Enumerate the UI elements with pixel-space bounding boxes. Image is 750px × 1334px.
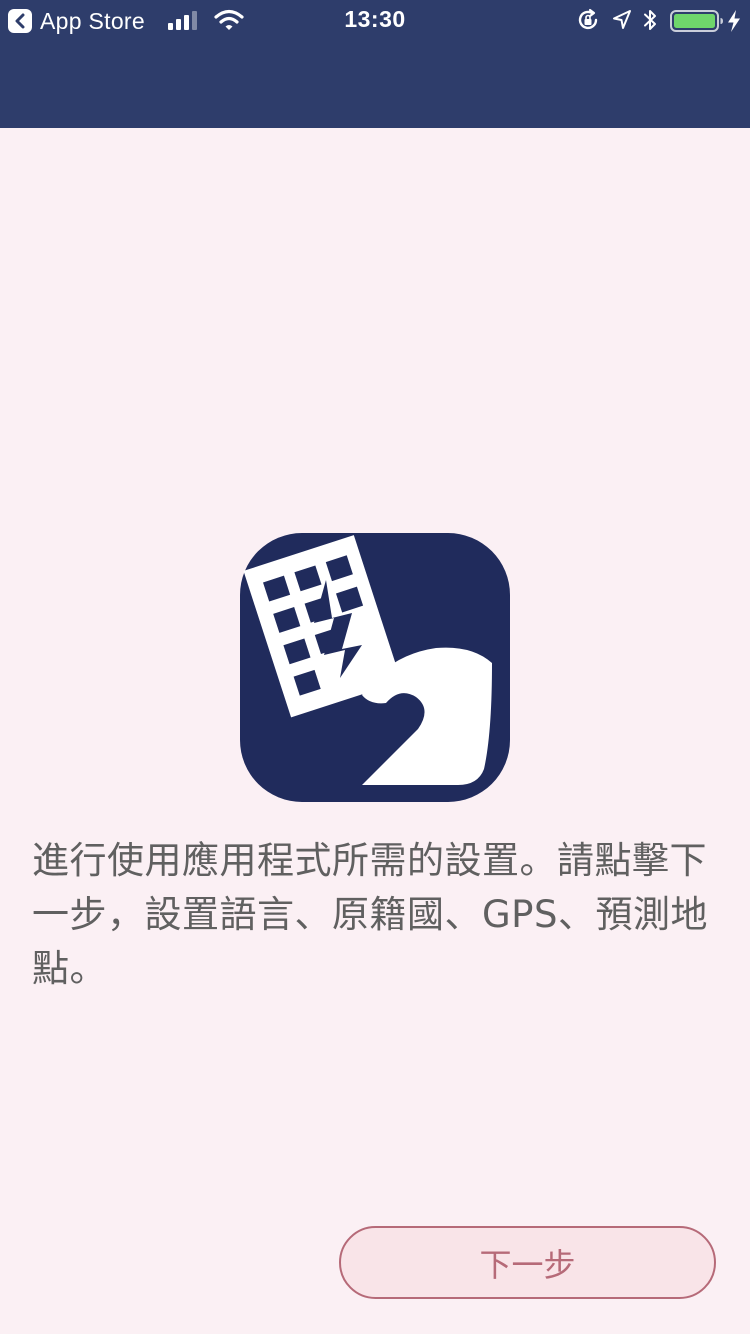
building-tsunami-logo-icon xyxy=(240,533,510,802)
battery-icon xyxy=(670,10,740,32)
charging-bolt-icon xyxy=(728,10,740,32)
status-bar: App Store 13:30 xyxy=(0,0,750,40)
intro-instructions: 進行使用應用程式所需的設置。請點擊下一步，設置語言、原籍國、GPS、預測地點。 xyxy=(32,839,708,990)
status-time: 13:30 xyxy=(344,6,406,32)
location-arrow-icon xyxy=(613,10,631,29)
rotation-lock-icon xyxy=(578,8,598,30)
next-step-button[interactable]: 下一步 xyxy=(339,1226,716,1299)
bluetooth-icon xyxy=(644,10,656,30)
